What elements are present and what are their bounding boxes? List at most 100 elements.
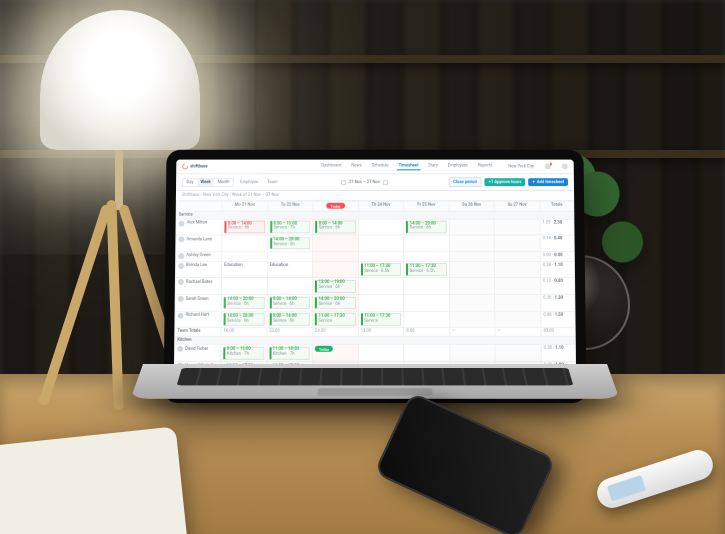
empty-cell[interactable] xyxy=(494,219,540,235)
shift-cell[interactable]: 13:00 – 19:00Service · 6h xyxy=(313,278,359,295)
absence-cell[interactable]: Education xyxy=(221,261,267,278)
empty-cell[interactable] xyxy=(404,295,450,312)
empty-cell[interactable] xyxy=(313,252,359,262)
shift-block[interactable]: 11:00 – 17:30Service · 6.5h xyxy=(406,263,447,276)
empty-cell[interactable] xyxy=(358,235,403,251)
nav-diary[interactable]: Diary xyxy=(426,163,439,171)
nav-news[interactable]: News xyxy=(349,163,363,171)
brand-logo[interactable]: shiftbase xyxy=(182,164,207,170)
shift-cell[interactable]: 14:00 – 20:00Service · 6h xyxy=(221,311,267,328)
shift-cell[interactable]: 8:00 – 14:00Service · 6h xyxy=(313,219,358,235)
section-header[interactable]: Kitchen xyxy=(175,337,576,345)
empty-cell[interactable] xyxy=(404,252,450,262)
approve-hours-button[interactable]: +1 Approve hours xyxy=(485,178,526,186)
location-picker[interactable]: New York City xyxy=(508,164,534,169)
empty-cell[interactable] xyxy=(450,345,496,362)
empty-cell[interactable] xyxy=(221,278,267,295)
shift-block[interactable]: 14:00 – 20:00Service · 6h xyxy=(406,221,446,233)
shift-block[interactable]: 8:00 – 14:00Service · 6h xyxy=(269,313,310,326)
nav-dashboard[interactable]: Dashboard xyxy=(319,163,343,171)
empty-cell[interactable] xyxy=(495,278,541,295)
next-week-button[interactable] xyxy=(383,180,388,185)
shift-cell[interactable]: 11:00 – 17:30Service · 6.5h xyxy=(358,261,404,278)
shift-block[interactable]: 11:00 – 17:30Service · 6.5h xyxy=(361,263,402,276)
shift-cell[interactable]: 14:00 – 20:00Service · 6h xyxy=(267,235,313,251)
empty-cell[interactable] xyxy=(313,261,359,278)
empty-cell[interactable] xyxy=(267,278,313,295)
shift-cell[interactable]: 11:00 – 18:00Kitchen · 7h xyxy=(267,345,313,362)
shift-cell[interactable]: 14:00 – 20:00Service · 6h xyxy=(404,219,449,235)
empty-cell[interactable] xyxy=(449,311,495,328)
shift-cell[interactable]: 11:00 – 17:30Service xyxy=(358,311,404,328)
employee-cell[interactable]: David Fisher xyxy=(174,345,220,362)
empty-cell[interactable] xyxy=(358,278,404,295)
nav-timesheet[interactable]: Timesheet xyxy=(397,163,421,171)
empty-cell[interactable] xyxy=(495,345,541,362)
empty-cell[interactable] xyxy=(449,219,495,235)
shift-cell[interactable]: 8:00 – 15:00Service · 7h xyxy=(267,219,313,235)
prev-week-button[interactable] xyxy=(341,180,346,185)
empty-cell[interactable] xyxy=(358,295,404,312)
empty-cell[interactable] xyxy=(495,295,541,312)
empty-cell[interactable] xyxy=(358,252,404,262)
employee-cell[interactable]: Amanda Lane xyxy=(176,235,222,251)
empty-cell[interactable] xyxy=(404,235,450,251)
shift-block[interactable]: 11:00 – 18:00Kitchen · 7h xyxy=(269,347,310,360)
shift-cell[interactable]: 8:00 – 14:00Service · 6h xyxy=(222,219,268,235)
empty-cell[interactable] xyxy=(449,278,495,295)
bell-icon[interactable] xyxy=(545,164,551,170)
shift-cell[interactable]: 8:00 – 15:00Kitchen · 7h xyxy=(221,345,267,362)
nav-schedule[interactable]: Schedule xyxy=(370,163,391,171)
shift-cell[interactable]: 14:00 – 20:00Service · 6h xyxy=(221,295,267,312)
employee-cell[interactable]: Rachael Bates xyxy=(175,278,221,295)
close-period-button[interactable]: Close period xyxy=(448,177,481,187)
empty-cell[interactable] xyxy=(495,252,541,262)
shift-block[interactable]: 14:00 – 20:00Service · 6h xyxy=(315,297,356,310)
empty-cell[interactable] xyxy=(495,235,541,251)
absence-cell[interactable]: Education xyxy=(267,261,313,278)
employee-cell[interactable]: Ashley Green xyxy=(176,252,222,262)
range-segmented[interactable]: DayWeekMonth xyxy=(182,178,234,187)
empty-cell[interactable] xyxy=(449,261,495,278)
empty-cell[interactable] xyxy=(404,345,450,362)
view-employee-link[interactable]: Employee xyxy=(237,179,261,186)
nav-employees[interactable]: Employees xyxy=(446,163,470,171)
shift-block[interactable]: 8:00 – 14:00Service · 6h xyxy=(224,221,265,233)
nav-reports[interactable]: Reports xyxy=(476,163,495,171)
employee-cell[interactable]: Sarah Green xyxy=(175,295,221,312)
empty-cell[interactable] xyxy=(267,252,313,262)
shift-block[interactable]: 14:00 – 20:00Service · 6h xyxy=(224,313,265,326)
empty-cell[interactable] xyxy=(449,235,495,251)
empty-cell[interactable] xyxy=(404,278,450,295)
view-team-link[interactable]: Team xyxy=(264,179,280,186)
empty-cell[interactable] xyxy=(222,235,268,251)
cell[interactable]: Today xyxy=(312,345,358,362)
shift-block[interactable]: 14:00 – 20:00Service · 6h xyxy=(224,297,265,310)
shift-block[interactable]: 11:00 – 17:30Service xyxy=(315,313,356,326)
shift-cell[interactable]: 11:00 – 17:30Service xyxy=(312,311,358,328)
add-timesheet-button[interactable]: + Add timesheet xyxy=(528,178,568,186)
employee-cell[interactable]: Brenda Lee xyxy=(175,261,221,278)
avatar[interactable] xyxy=(562,164,568,170)
empty-cell[interactable] xyxy=(358,219,403,235)
range-day[interactable]: Day xyxy=(183,179,197,186)
range-week[interactable]: Week xyxy=(197,179,214,186)
shift-cell[interactable]: 8:00 – 14:00Service · 6h xyxy=(267,311,313,328)
empty-cell[interactable] xyxy=(495,311,541,328)
empty-cell[interactable] xyxy=(449,295,495,312)
empty-cell[interactable] xyxy=(313,235,359,251)
empty-cell[interactable] xyxy=(495,261,541,278)
empty-cell[interactable] xyxy=(222,252,268,262)
shift-cell[interactable]: 14:00 – 20:00Service · 6h xyxy=(312,295,358,312)
shift-block[interactable]: 14:00 – 20:00Service · 6h xyxy=(270,237,311,250)
shift-block[interactable]: 8:00 – 14:00Service · 6h xyxy=(315,221,355,233)
employee-cell[interactable]: Alex Milton xyxy=(176,219,222,235)
empty-cell[interactable] xyxy=(404,311,450,328)
range-month[interactable]: Month xyxy=(214,179,233,186)
shift-block[interactable]: 8:00 – 15:00Service · 7h xyxy=(270,221,311,233)
shift-cell[interactable]: 11:00 – 17:30Service · 6.5h xyxy=(404,261,450,278)
shift-block[interactable]: 13:00 – 19:00Service · 6h xyxy=(315,280,356,293)
empty-cell[interactable] xyxy=(449,252,495,262)
shift-block[interactable]: 8:00 – 14:00Service · 6h xyxy=(269,297,310,310)
shift-block[interactable]: 8:00 – 15:00Kitchen · 7h xyxy=(223,347,264,360)
